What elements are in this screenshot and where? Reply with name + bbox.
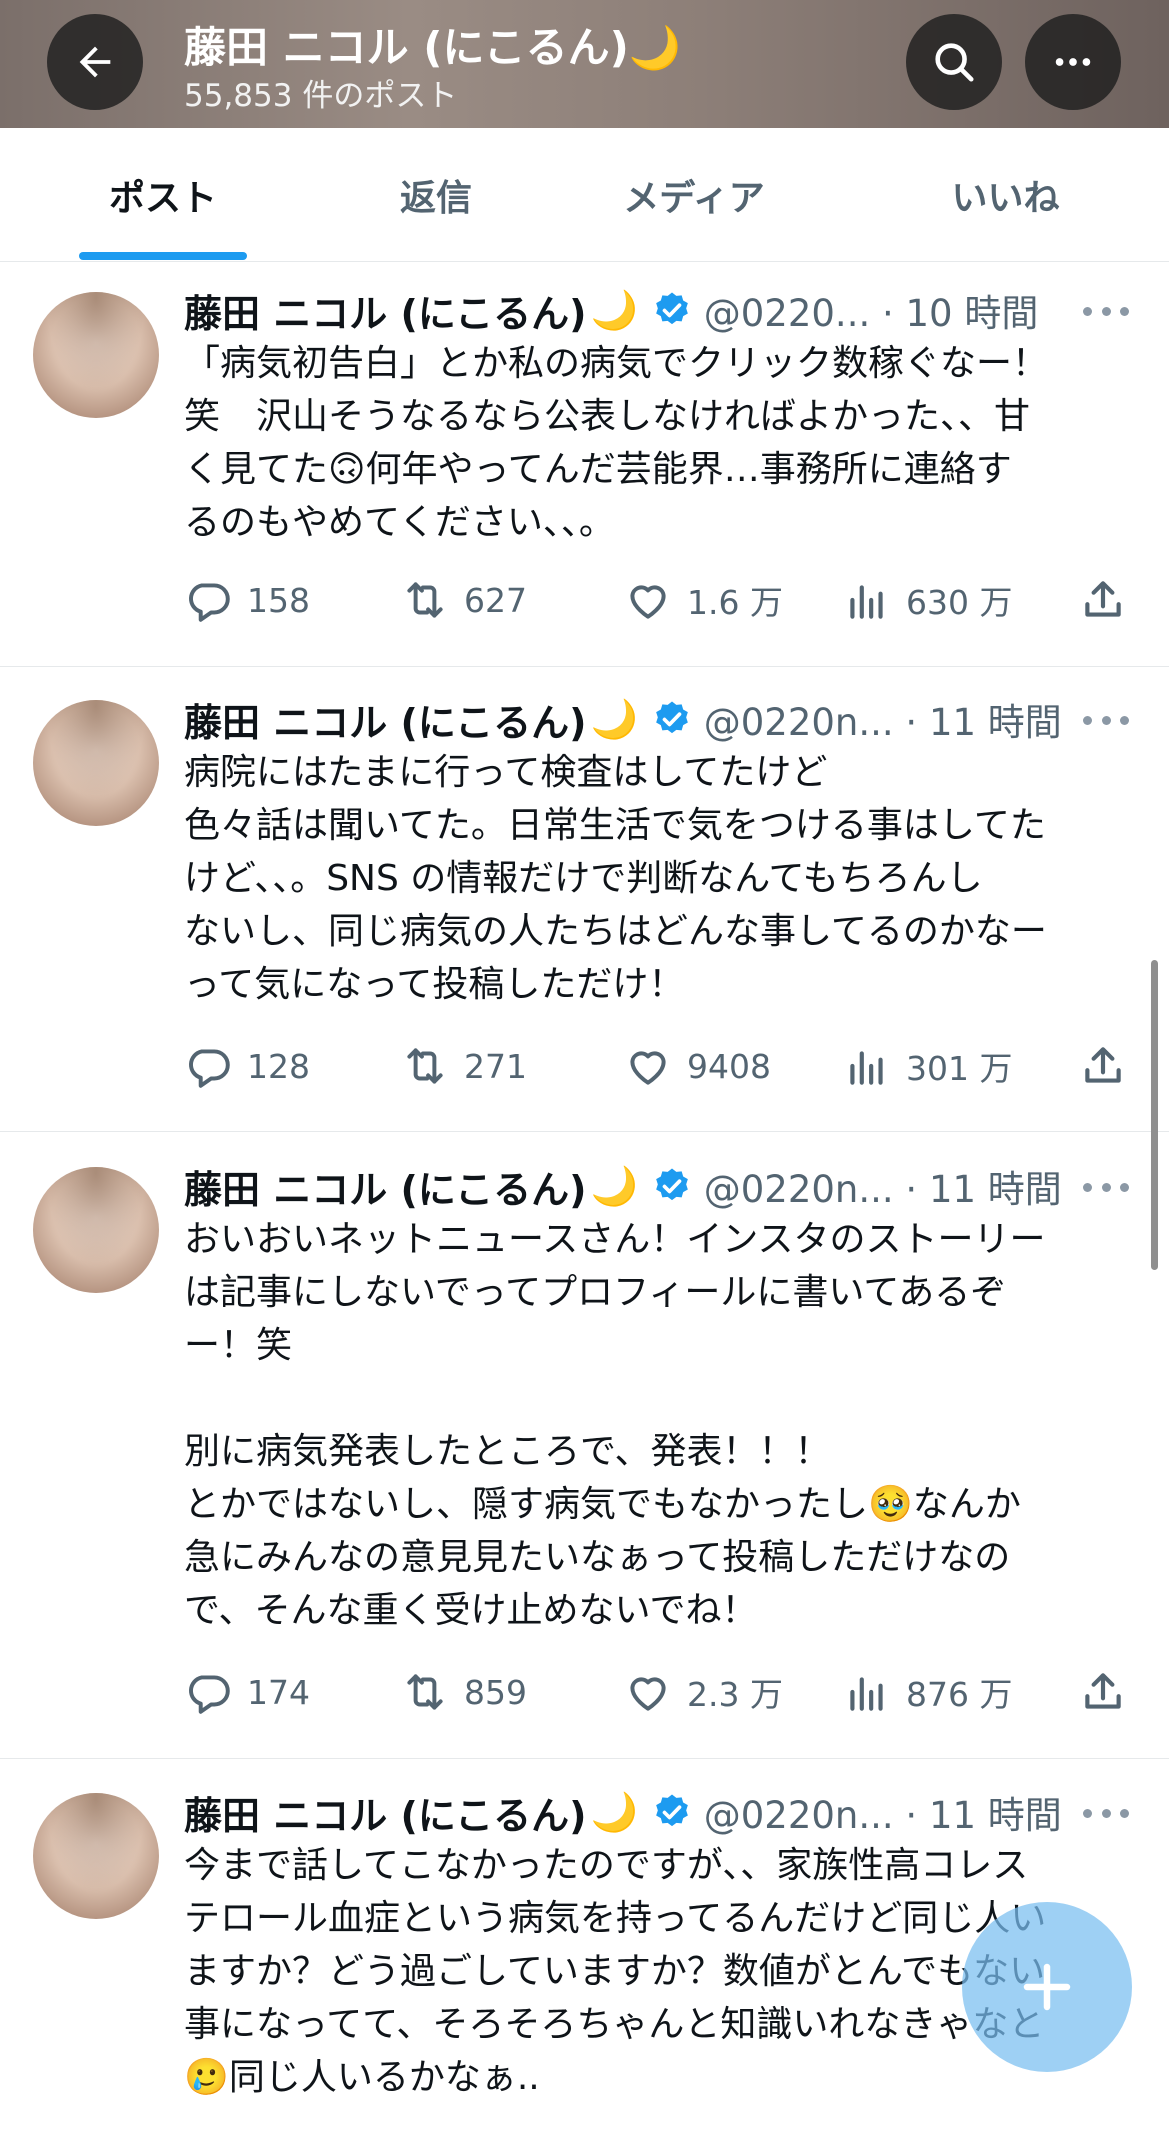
views-button[interactable]: 301 万 [842, 1036, 1012, 1096]
views-chart-icon [850, 1051, 883, 1085]
avatar[interactable] [33, 700, 159, 826]
reply-button[interactable]: 158 [183, 570, 310, 630]
like-button[interactable]: 1.6 万 [623, 570, 783, 630]
post-more-icon[interactable] [1083, 710, 1129, 730]
active-tab-indicator [79, 252, 247, 260]
post-text: 病院にはたまに行って検査はしてたけど 色々話は聞いてた。日常生活で気をつける事は… [184, 752, 1047, 1005]
scrollbar-thumb[interactable] [1151, 960, 1158, 1270]
heart-icon [630, 1051, 666, 1085]
post-header: 藤田 ニコル (にこるん) 🌙 @0220n... · 11 時間 [184, 1785, 1062, 1840]
like-button[interactable]: 9408 [623, 1036, 771, 1096]
search-icon [935, 43, 974, 82]
view-count: 876 万 [906, 1675, 1013, 1714]
moon-emoji: 🌙 [590, 1163, 638, 1208]
post-header: 藤田 ニコル (にこるん) 🌙 @0220n... · 11 時間 [184, 692, 1062, 747]
repost-button[interactable]: 627 [400, 570, 527, 630]
verified-badge-icon [652, 290, 692, 330]
views-chart-icon [850, 585, 883, 619]
share-button[interactable] [1078, 1036, 1142, 1096]
post-text: 「病気初告白」とか私の病気でクリック数稼ぐなー！ 笑 沢山そうなるなら公表しなけ… [184, 343, 1049, 543]
post-text: おいおいネットニュースさん！インスタのストーリー は記事にしないでってプロフィー… [184, 1219, 1046, 1631]
avatar[interactable] [33, 1793, 159, 1919]
moon-emoji: 🌙 [590, 1789, 638, 1834]
share-icon [1085, 581, 1121, 617]
reply-count: 158 [247, 580, 310, 620]
back-button[interactable] [47, 14, 143, 110]
like-count: 1.6 万 [687, 583, 783, 622]
verified-badge-icon [652, 1166, 692, 1206]
post-actions: 158 627 1.6 万 630 万 [0, 570, 1169, 630]
reply-icon [189, 583, 230, 622]
repost-count: 859 [464, 1672, 527, 1712]
repost-button[interactable]: 271 [400, 1036, 527, 1096]
reply-count: 174 [247, 1672, 310, 1712]
heart-icon [630, 1677, 666, 1711]
post-header: 藤田 ニコル (にこるん) 🌙 @0220... · 10 時間 [184, 283, 1039, 338]
like-count: 2.3 万 [687, 1675, 783, 1714]
repost-count: 271 [464, 1046, 527, 1086]
profile-tabs: ポスト 返信 メディア いいね [0, 128, 1169, 262]
share-button[interactable] [1078, 1662, 1142, 1722]
share-button[interactable] [1078, 570, 1142, 630]
repost-icon [407, 1674, 443, 1710]
repost-count: 627 [464, 580, 527, 620]
tab-likes[interactable]: いいね [842, 128, 1169, 261]
compose-button[interactable] [962, 1902, 1132, 2072]
views-button[interactable]: 630 万 [842, 570, 1012, 630]
reply-icon [189, 1049, 230, 1088]
reply-count: 128 [247, 1046, 310, 1086]
post-item[interactable]: 藤田 ニコル (にこるん) 🌙 @0220n... · 11 時間 おいおいネッ… [0, 1131, 1169, 1759]
profile-header: 藤田 ニコル (にこるん)🌙 55,853 件のポスト [0, 0, 1169, 128]
repost-button[interactable]: 859 [400, 1662, 527, 1722]
post-more-icon[interactable] [1083, 1177, 1129, 1197]
avatar[interactable] [33, 292, 159, 418]
views-button[interactable]: 876 万 [842, 1662, 1012, 1722]
author-name[interactable]: 藤田 ニコル (にこるん) [184, 1785, 586, 1840]
moon-emoji: 🌙 [590, 287, 638, 332]
reply-icon [189, 1675, 230, 1714]
handle-and-time: @0220n... · 11 時間 [703, 1168, 1062, 1211]
search-button[interactable] [906, 14, 1002, 110]
arrow-left-icon [79, 46, 111, 78]
author-name[interactable]: 藤田 ニコル (にこるん) [184, 1159, 586, 1214]
share-icon [1085, 1047, 1121, 1083]
post-item[interactable]: 藤田 ニコル (にこるん) 🌙 @0220... · 10 時間 「病気初告白」… [0, 261, 1169, 667]
share-icon [1085, 1673, 1121, 1709]
reply-button[interactable]: 128 [183, 1036, 310, 1096]
reply-button[interactable]: 174 [183, 1662, 310, 1722]
post-count: 55,853 件のポスト [184, 78, 458, 114]
view-count: 630 万 [906, 583, 1013, 622]
moon-emoji: 🌙 [590, 696, 638, 741]
verified-badge-icon [652, 1792, 692, 1832]
views-chart-icon [850, 1677, 883, 1711]
author-name[interactable]: 藤田 ニコル (にこるん) [184, 283, 586, 338]
like-button[interactable]: 2.3 万 [623, 1662, 783, 1722]
post-more-icon[interactable] [1083, 1803, 1129, 1823]
more-horizontal-icon [1055, 58, 1091, 66]
handle-and-time: @0220... · 10 時間 [703, 292, 1039, 335]
post-more-icon[interactable] [1083, 301, 1129, 321]
heart-icon [630, 585, 666, 619]
tab-posts[interactable]: ポスト [0, 128, 326, 261]
author-name[interactable]: 藤田 ニコル (にこるん) [184, 692, 586, 747]
avatar[interactable] [33, 1167, 159, 1293]
handle-and-time: @0220n... · 11 時間 [703, 701, 1062, 744]
compose-plus-icon [1023, 1963, 1071, 2011]
post-header: 藤田 ニコル (にこるん) 🌙 @0220n... · 11 時間 [184, 1159, 1062, 1214]
post-actions: 174 859 2.3 万 876 万 [0, 1662, 1169, 1722]
repost-icon [407, 582, 443, 618]
repost-icon [407, 1048, 443, 1084]
like-count: 9408 [687, 1046, 771, 1086]
view-count: 301 万 [906, 1049, 1013, 1088]
tab-media[interactable]: メディア [546, 128, 842, 261]
post-actions: 128 271 9408 301 万 [0, 1036, 1169, 1096]
verified-badge-icon [652, 699, 692, 739]
more-options-button[interactable] [1025, 14, 1121, 110]
tab-replies[interactable]: 返信 [326, 128, 546, 261]
post-item[interactable]: 藤田 ニコル (にこるん) 🌙 @0220n... · 11 時間 病院にはたま… [0, 666, 1169, 1132]
profile-name-title: 藤田 ニコル (にこるん)🌙 [184, 23, 682, 72]
handle-and-time: @0220n... · 11 時間 [703, 1794, 1062, 1837]
